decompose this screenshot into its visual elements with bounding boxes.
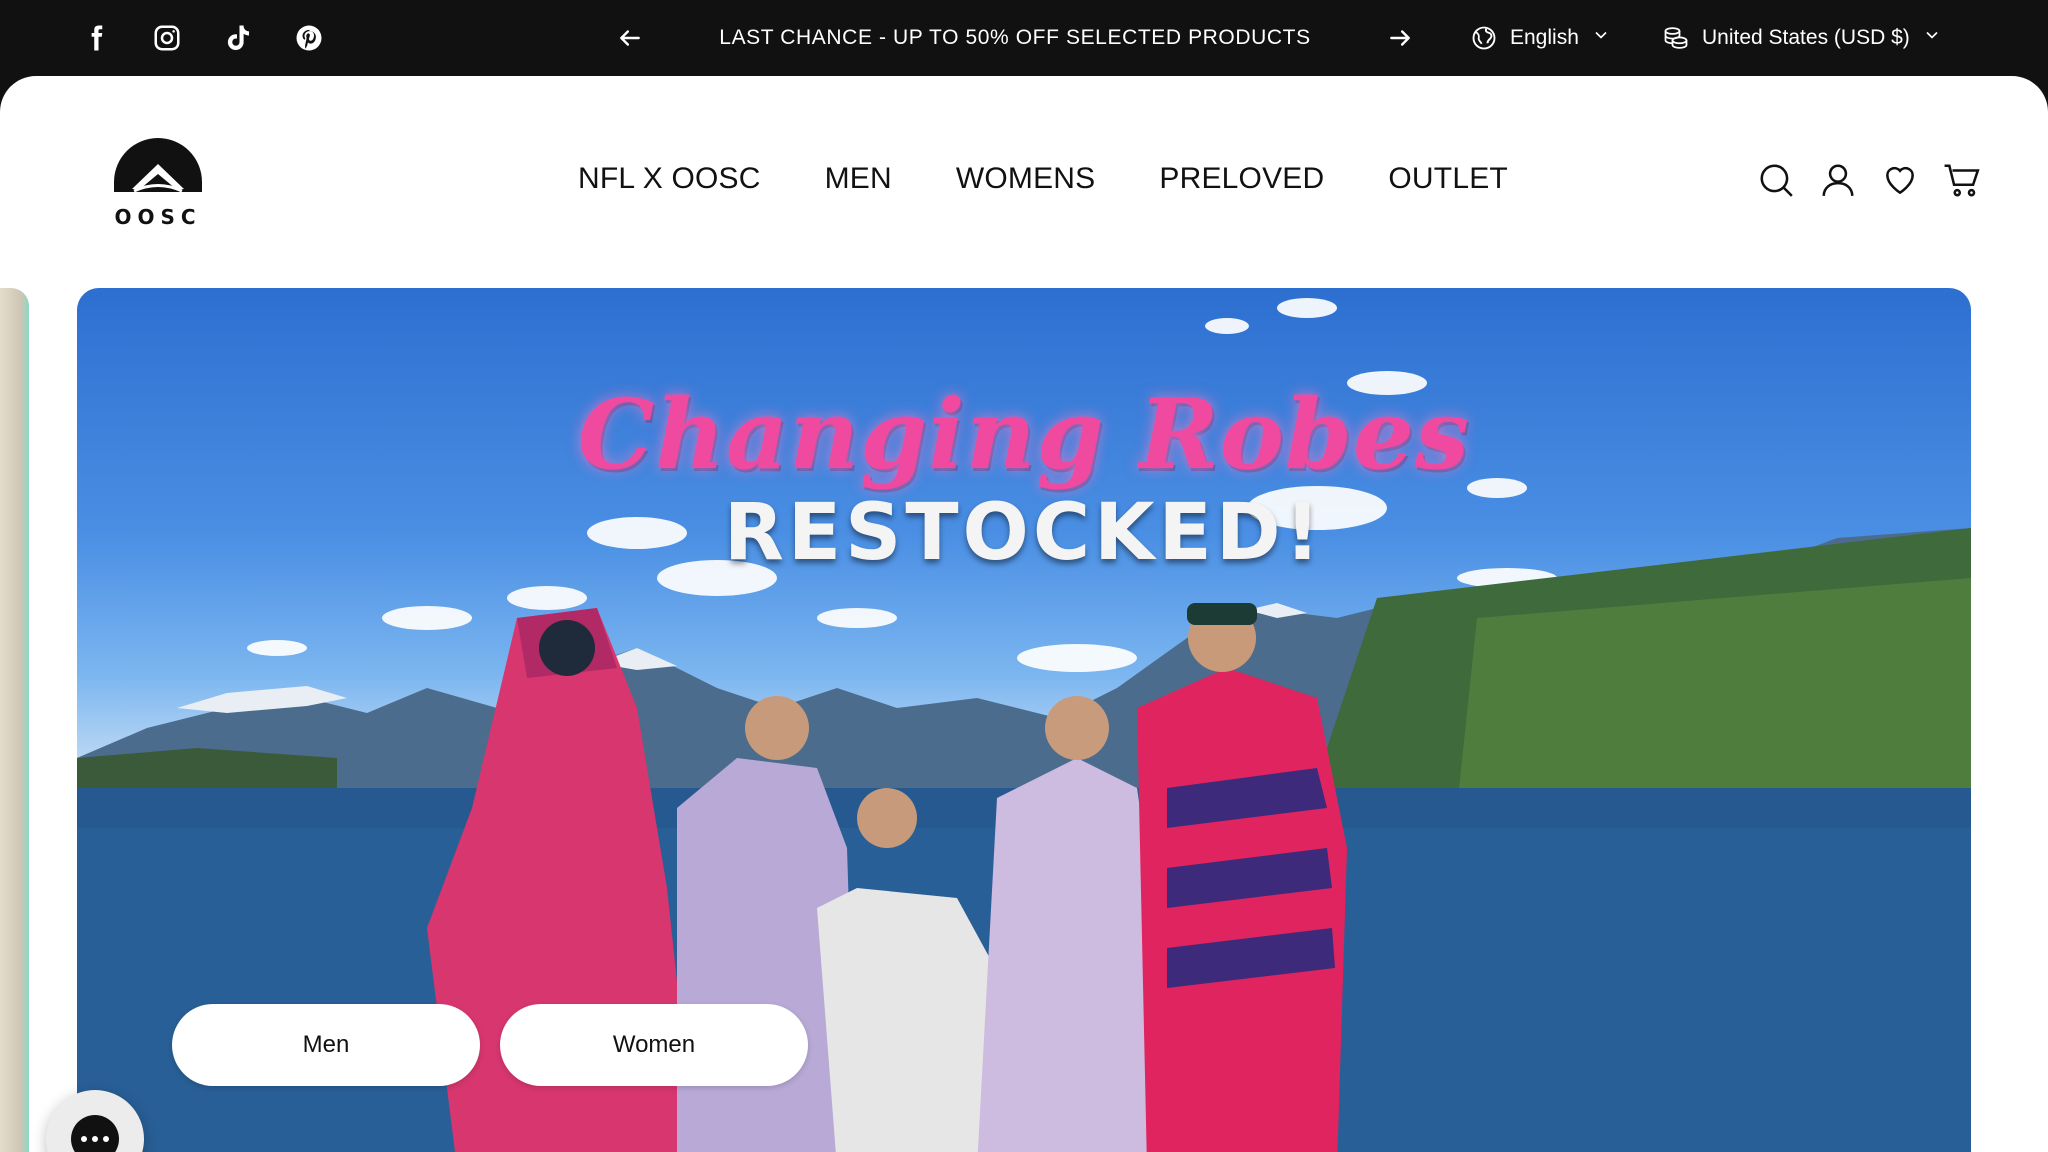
coins-icon — [1664, 27, 1688, 49]
heart-icon[interactable] — [1880, 160, 1920, 200]
hero-headline-script: Changing Robes — [577, 378, 1471, 491]
arrow-right-icon[interactable] — [1380, 18, 1420, 58]
header-tools — [1756, 160, 1982, 200]
nav-item-preloved[interactable]: PRELOVED — [1159, 162, 1324, 196]
chat-bubble-icon — [71, 1115, 119, 1152]
shop-men-button[interactable]: Men — [172, 1004, 480, 1086]
nav-item-outlet[interactable]: OUTLET — [1388, 162, 1508, 196]
previous-slide-peek[interactable] — [0, 288, 29, 1152]
social-links — [78, 20, 327, 56]
logo-wordmark: OOSC — [114, 205, 201, 229]
arrow-left-icon[interactable] — [610, 18, 650, 58]
announcement-bar: LAST CHANCE - UP TO 50% OFF SELECTED PRO… — [0, 0, 2048, 76]
chevron-down-icon — [1922, 25, 1942, 51]
hero-cta-group: Men Women — [172, 1004, 808, 1086]
facebook-icon[interactable] — [78, 20, 114, 56]
main-panel: OOSC NFL X OOSC MEN WOMENS PRELOVED OUTL… — [0, 76, 2048, 1152]
brand-logo[interactable]: OOSC — [110, 134, 206, 230]
announcement-text[interactable]: LAST CHANCE - UP TO 50% OFF SELECTED PRO… — [719, 26, 1310, 50]
nav-item-nfl-x-oosc[interactable]: NFL X OOSC — [578, 162, 761, 196]
tiktok-icon[interactable] — [220, 20, 256, 56]
globe-icon — [1472, 26, 1496, 50]
nav-item-womens[interactable]: WOMENS — [956, 162, 1096, 196]
pinterest-icon[interactable] — [291, 20, 327, 56]
currency-selector[interactable]: United States (USD $) — [1662, 18, 1942, 58]
main-nav: NFL X OOSC MEN WOMENS PRELOVED OUTLET — [578, 162, 1508, 196]
language-label: English — [1510, 26, 1579, 49]
nav-item-men[interactable]: MEN — [825, 162, 892, 196]
currency-label: United States (USD $) — [1702, 26, 1910, 49]
hero-headline: RESTOCKED! — [723, 488, 1325, 578]
chevron-down-icon — [1591, 25, 1611, 51]
language-selector[interactable]: English — [1470, 18, 1611, 58]
search-icon[interactable] — [1756, 160, 1796, 200]
account-icon[interactable] — [1818, 160, 1858, 200]
cart-icon[interactable] — [1942, 160, 1982, 200]
instagram-icon[interactable] — [149, 20, 185, 56]
announcement-carousel: LAST CHANCE - UP TO 50% OFF SELECTED PRO… — [610, 18, 1420, 58]
shop-women-button[interactable]: Women — [500, 1004, 808, 1086]
